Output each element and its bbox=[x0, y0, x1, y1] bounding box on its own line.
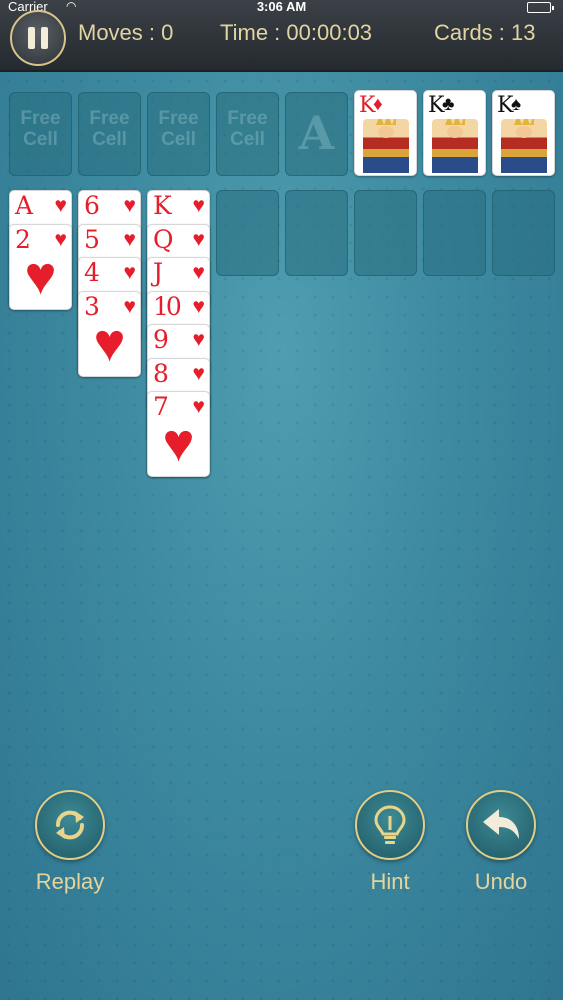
replay-button[interactable] bbox=[35, 790, 105, 860]
free-cell-2[interactable]: Free Cell bbox=[78, 92, 141, 176]
heart-icon: ♥ bbox=[192, 328, 205, 351]
heart-icon: ♥ bbox=[93, 313, 126, 373]
club-icon: ♣ bbox=[442, 94, 455, 115]
card-rank: 8 bbox=[153, 359, 169, 388]
tableau-slot-4[interactable] bbox=[216, 190, 279, 276]
free-cell-label: Free bbox=[20, 108, 61, 129]
free-cell-label: Free bbox=[227, 108, 268, 129]
free-cell-4[interactable]: Free Cell bbox=[216, 92, 279, 176]
undo-arrow-icon bbox=[479, 805, 523, 845]
foundation-king-clubs[interactable]: K ♣ bbox=[423, 90, 486, 176]
undo-label: Undo bbox=[474, 869, 528, 894]
card-rank: 4 bbox=[84, 258, 100, 287]
card-rank: A bbox=[15, 191, 34, 220]
replay-label: Replay bbox=[35, 869, 105, 894]
tableau-slot-8[interactable] bbox=[492, 190, 555, 276]
free-cell-label: Cell bbox=[92, 129, 127, 150]
spade-icon: ♠ bbox=[511, 94, 522, 115]
foundation-empty[interactable]: A bbox=[285, 92, 348, 176]
pause-button[interactable] bbox=[10, 10, 66, 66]
foundation-king-diamonds[interactable]: K ♦ bbox=[354, 90, 417, 176]
heart-icon: ♥ bbox=[54, 194, 67, 217]
free-cell-label: Cell bbox=[23, 129, 58, 150]
foundation-king-spades[interactable]: K ♠ bbox=[492, 90, 555, 176]
card-rank: K bbox=[153, 191, 172, 220]
diamond-icon: ♦ bbox=[373, 94, 383, 115]
tableau-slot-7[interactable] bbox=[423, 190, 486, 276]
card-two-hearts[interactable]: 2 ♥ ♥ bbox=[9, 224, 72, 310]
hint-button[interactable] bbox=[355, 790, 425, 860]
lightbulb-icon bbox=[372, 804, 408, 846]
card-seven-hearts[interactable]: 7 ♥ ♥ bbox=[147, 391, 210, 477]
free-cell-3[interactable]: Free Cell bbox=[147, 92, 210, 176]
status-clock: 3:06 AM bbox=[256, 0, 307, 14]
free-cell-label: Cell bbox=[230, 129, 265, 150]
heart-icon: ♥ bbox=[192, 194, 205, 217]
card-rank: J bbox=[153, 258, 164, 287]
foundation-placeholder: A bbox=[298, 106, 335, 160]
free-cell-1[interactable]: Free Cell bbox=[9, 92, 72, 176]
free-cell-label: Free bbox=[89, 108, 130, 129]
battery-icon bbox=[527, 2, 554, 13]
heart-icon: ♥ bbox=[162, 413, 195, 473]
heart-icon: ♥ bbox=[192, 295, 205, 318]
status-bar: Carrier ◠ 3:06 AM bbox=[0, 0, 563, 14]
heart-icon: ♥ bbox=[192, 261, 205, 284]
heart-icon: ♥ bbox=[123, 228, 136, 251]
card-three-hearts[interactable]: 3 ♥ ♥ bbox=[78, 291, 141, 377]
king-portrait bbox=[432, 119, 478, 173]
replay-icon bbox=[50, 805, 90, 845]
heart-icon: ♥ bbox=[24, 246, 57, 306]
card-rank: Q bbox=[153, 225, 174, 254]
card-rank: 9 bbox=[153, 325, 169, 354]
free-cell-label: Free bbox=[158, 108, 199, 129]
heart-icon: ♥ bbox=[192, 228, 205, 251]
undo-button[interactable] bbox=[466, 790, 536, 860]
card-rank: 10 bbox=[153, 292, 182, 321]
cards-remaining: Cards : 13 bbox=[434, 20, 536, 45]
card-rank: 5 bbox=[84, 225, 100, 254]
card-rank: 6 bbox=[84, 191, 100, 220]
free-cell-label: Cell bbox=[161, 129, 196, 150]
tableau-slot-5[interactable] bbox=[285, 190, 348, 276]
king-portrait bbox=[363, 119, 409, 173]
elapsed-time: Time : 00:00:03 bbox=[220, 20, 373, 45]
heart-icon: ♥ bbox=[123, 261, 136, 284]
hint-label: Hint bbox=[370, 869, 410, 894]
king-portrait bbox=[501, 119, 547, 173]
moves-counter: Moves : 0 bbox=[78, 20, 174, 45]
tableau-slot-6[interactable] bbox=[354, 190, 417, 276]
heart-icon: ♥ bbox=[123, 194, 136, 217]
pause-icon bbox=[28, 27, 48, 49]
heart-icon: ♥ bbox=[192, 362, 205, 385]
